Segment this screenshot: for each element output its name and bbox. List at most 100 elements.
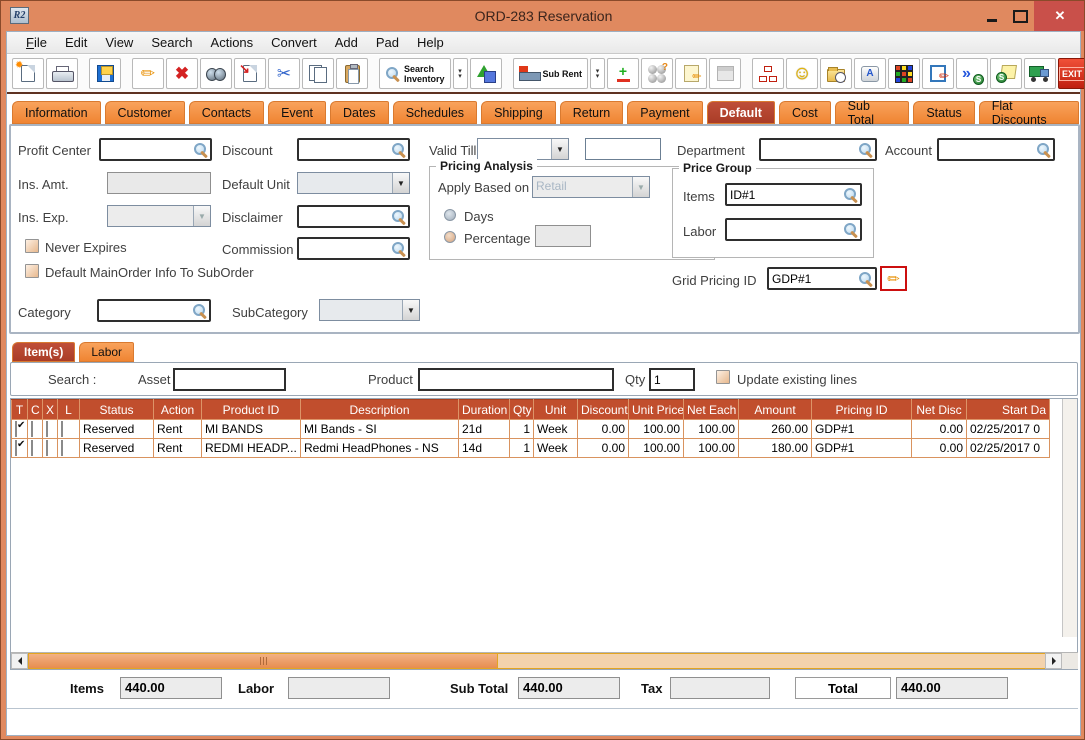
commission-field[interactable] (297, 237, 410, 260)
tab-return[interactable]: Return (559, 100, 625, 124)
row-checkbox-l[interactable] (61, 440, 63, 456)
product-input[interactable] (420, 370, 612, 389)
tab-schedules[interactable]: Schedules (392, 100, 478, 124)
col-amount[interactable]: Amount (739, 400, 812, 420)
history-button[interactable] (820, 58, 852, 89)
category-field[interactable] (97, 299, 211, 322)
row-checkbox-x[interactable] (46, 440, 48, 456)
grid-pricing-edit-button[interactable] (880, 266, 907, 291)
menu-edit[interactable]: Edit (56, 33, 96, 52)
money-note-button[interactable]: S (990, 58, 1022, 89)
never-expires-checkbox[interactable] (25, 239, 39, 253)
sub-rent-dropdown[interactable] (590, 58, 605, 89)
vertical-scrollbar[interactable] (1062, 399, 1077, 637)
search-icon[interactable] (391, 209, 406, 224)
menu-add[interactable]: Add (326, 33, 367, 52)
tab-contacts[interactable]: Contacts (188, 100, 265, 124)
col-net-disc[interactable]: Net Disc (912, 400, 967, 420)
col-pricing-id[interactable]: Pricing ID (812, 400, 912, 420)
chevron-down-icon[interactable] (392, 173, 409, 193)
paste-button[interactable] (336, 58, 368, 89)
department-field[interactable] (759, 138, 877, 161)
row-checkbox-x[interactable] (46, 421, 48, 437)
shapes-button[interactable] (470, 58, 502, 89)
col-discount[interactable]: Discount (578, 400, 629, 420)
edit-note-button[interactable] (922, 58, 954, 89)
subcategory-combo[interactable] (319, 299, 420, 321)
delete-button[interactable]: ✖ (166, 58, 198, 89)
account-field[interactable] (937, 138, 1055, 161)
tab-cost[interactable]: Cost (778, 100, 832, 124)
menu-file[interactable]: File (17, 33, 56, 52)
price-group-labor-field[interactable] (725, 218, 862, 241)
copy-to-button[interactable]: ↘ (234, 58, 266, 89)
menu-actions[interactable]: Actions (202, 33, 263, 52)
table-row[interactable]: Reserved Rent MI BANDS MI Bands - SI 21d… (12, 420, 1050, 439)
qty-input[interactable] (651, 370, 693, 389)
search-icon[interactable] (193, 142, 208, 157)
row-checkbox-c[interactable] (31, 440, 33, 456)
search-icon[interactable] (858, 142, 873, 157)
menu-pad[interactable]: Pad (367, 33, 408, 52)
maximize-icon[interactable] (1006, 3, 1034, 29)
col-status[interactable]: Status (80, 400, 154, 420)
valid-till-value-input[interactable] (586, 139, 660, 159)
col-duration[interactable]: Duration (459, 400, 510, 420)
price-group-items-field[interactable] (725, 183, 862, 206)
delivery-button[interactable] (1024, 58, 1056, 89)
tab-sub-total[interactable]: Sub Total (834, 100, 911, 124)
category-input[interactable] (99, 304, 192, 318)
profit-center-field[interactable] (99, 138, 212, 161)
tab-information[interactable]: Information (11, 100, 102, 124)
row-checkbox-c[interactable] (31, 421, 33, 437)
find-button[interactable] (200, 58, 232, 89)
new-button[interactable]: ✹ (12, 58, 44, 89)
copy-button[interactable] (302, 58, 334, 89)
tab-labor[interactable]: Labor (78, 341, 135, 362)
default-unit-combo[interactable] (297, 172, 410, 194)
search-icon[interactable] (843, 222, 858, 237)
col-unit[interactable]: Unit (534, 400, 578, 420)
row-checkbox-l[interactable] (61, 421, 63, 437)
profit-center-input[interactable] (101, 143, 193, 157)
search-icon[interactable] (391, 142, 406, 157)
tab-payment[interactable]: Payment (626, 100, 703, 124)
update-existing-checkbox[interactable] (716, 370, 730, 384)
scroll-right-icon[interactable] (1045, 653, 1062, 669)
tab-default[interactable]: Default (706, 100, 776, 124)
tab-dates[interactable]: Dates (329, 100, 390, 124)
department-input[interactable] (761, 143, 858, 157)
menu-help[interactable]: Help (408, 33, 453, 52)
grid-pricing-id-input[interactable] (769, 272, 858, 286)
tab-event[interactable]: Event (267, 100, 327, 124)
notes-button[interactable] (675, 58, 707, 89)
scroll-left-icon[interactable] (11, 653, 28, 669)
chevron-down-icon[interactable] (551, 139, 568, 159)
scrollbar-thumb[interactable] (28, 653, 498, 669)
sub-rent-button[interactable]: Sub Rent (513, 58, 589, 89)
contact-button[interactable]: ☺ (786, 58, 818, 89)
discount-field[interactable] (297, 138, 410, 161)
account-input[interactable] (939, 143, 1036, 157)
asset-field[interactable] (173, 368, 286, 391)
search-icon[interactable] (391, 241, 406, 256)
add-remove-button[interactable]: + (607, 58, 639, 89)
tab-flat-discounts[interactable]: Flat Discounts (978, 100, 1080, 124)
search-inventory-dropdown[interactable] (453, 58, 468, 89)
shortcut-button[interactable]: A (854, 58, 886, 89)
col-start-date[interactable]: Start Da (967, 400, 1050, 420)
tab-customer[interactable]: Customer (104, 100, 186, 124)
menu-search[interactable]: Search (142, 33, 201, 52)
chevron-down-icon[interactable] (402, 300, 419, 320)
tab-items[interactable]: Item(s) (11, 341, 76, 362)
calendar-button[interactable] (709, 58, 741, 89)
qty-field[interactable] (649, 368, 695, 391)
tab-status[interactable]: Status (912, 100, 975, 124)
scrollbar-track[interactable] (498, 653, 1045, 669)
group-lookup-button[interactable]: ? (641, 58, 673, 89)
row-checkbox-t[interactable] (15, 421, 17, 437)
valid-till-combo[interactable] (477, 138, 569, 160)
col-unit-price[interactable]: Unit Price (629, 400, 684, 420)
col-net-each[interactable]: Net Each (684, 400, 739, 420)
col-action[interactable]: Action (154, 400, 202, 420)
